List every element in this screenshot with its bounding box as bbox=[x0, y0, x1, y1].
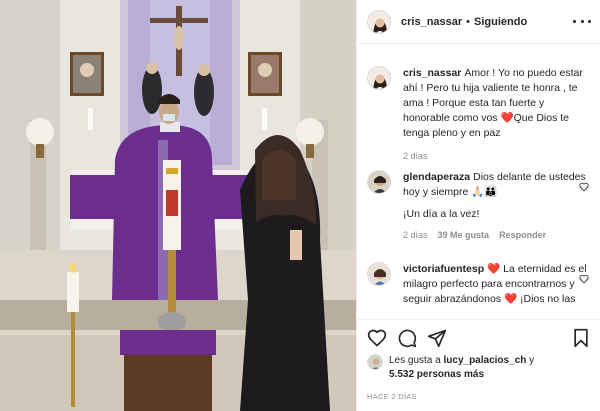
comment-likes-count[interactable]: 39 Me gusta bbox=[438, 230, 490, 240]
liker-avatar[interactable] bbox=[367, 354, 383, 370]
post-sidebar: cris_nassar • Siguiendo cris_nassar Amor … bbox=[356, 0, 600, 411]
author-avatar[interactable] bbox=[367, 9, 391, 34]
more-icon[interactable] bbox=[573, 14, 591, 28]
comment-body-end: ¡Dios no las bbox=[520, 293, 576, 305]
post-photo[interactable] bbox=[0, 0, 356, 411]
comment-meta: 2 días 39 Me gusta Responder bbox=[403, 230, 591, 240]
comment-heart-emoji: ❤️ bbox=[487, 263, 501, 275]
post-timestamp[interactable]: HACE 2 DÍAS bbox=[367, 392, 417, 401]
likes-others[interactable]: 5.532 personas más bbox=[389, 369, 484, 380]
caption-meta: 2 días bbox=[403, 151, 591, 161]
likes-prefix: Les gusta a bbox=[389, 355, 441, 366]
comment-extra-text: ¡Un día a la vez! bbox=[403, 208, 480, 220]
following-button[interactable]: Siguiendo bbox=[474, 16, 527, 28]
caption-text: cris_nassar Amor ! Yo no puedo estar ahí … bbox=[403, 66, 591, 141]
church-scene-image bbox=[0, 0, 356, 411]
post-actions: Les gusta a lucy_palacios_ch y 5.532 per… bbox=[357, 319, 600, 411]
caption: cris_nassar Amor ! Yo no puedo estar ahí … bbox=[367, 66, 591, 161]
header-separator: • bbox=[466, 15, 471, 28]
liker-username[interactable]: lucy_palacios_ch bbox=[444, 355, 527, 366]
comment-item: victoriafuentesp ❤️ La eternidad es el mi… bbox=[367, 262, 591, 307]
post-header: cris_nassar • Siguiendo bbox=[357, 0, 600, 44]
comment-item: glendaperaza Dios delante de ustedes hoy … bbox=[367, 170, 591, 240]
comment-username[interactable]: victoriafuentesp bbox=[403, 263, 484, 275]
author-username[interactable]: cris_nassar bbox=[401, 16, 462, 28]
caption-heart-emoji: ❤️ bbox=[500, 112, 514, 124]
likes-joiner: y bbox=[529, 355, 535, 366]
action-bar bbox=[367, 328, 591, 350]
comments-list[interactable]: cris_nassar Amor ! Yo no puedo estar ahí … bbox=[357, 44, 600, 319]
comment-text: victoriafuentesp ❤️ La eternidad es el mi… bbox=[403, 262, 591, 307]
comment-heart-emoji-2: ❤️ bbox=[504, 293, 518, 305]
like-comment-heart-icon[interactable] bbox=[579, 274, 589, 284]
caption-username[interactable]: cris_nassar bbox=[403, 67, 461, 79]
comment-age[interactable]: 2 días bbox=[403, 230, 428, 240]
like-comment-heart-icon[interactable] bbox=[579, 182, 589, 192]
likes-summary: Les gusta a lucy_palacios_ch y 5.532 per… bbox=[367, 354, 591, 382]
reply-button[interactable]: Responder bbox=[499, 230, 546, 240]
likes-text: Les gusta a lucy_palacios_ch y 5.532 per… bbox=[389, 354, 534, 382]
caption-avatar[interactable] bbox=[367, 66, 391, 90]
bookmark-icon[interactable] bbox=[571, 328, 591, 348]
comment-icon[interactable] bbox=[397, 328, 417, 348]
heart-icon[interactable] bbox=[367, 328, 387, 348]
caption-age[interactable]: 2 días bbox=[403, 151, 428, 161]
comment-avatar[interactable] bbox=[367, 262, 391, 286]
comment-avatar[interactable] bbox=[367, 170, 391, 194]
share-icon[interactable] bbox=[427, 328, 447, 348]
comment-username[interactable]: glendaperaza bbox=[403, 171, 470, 183]
comment-text: glendaperaza Dios delante de ustedes hoy … bbox=[403, 170, 591, 200]
